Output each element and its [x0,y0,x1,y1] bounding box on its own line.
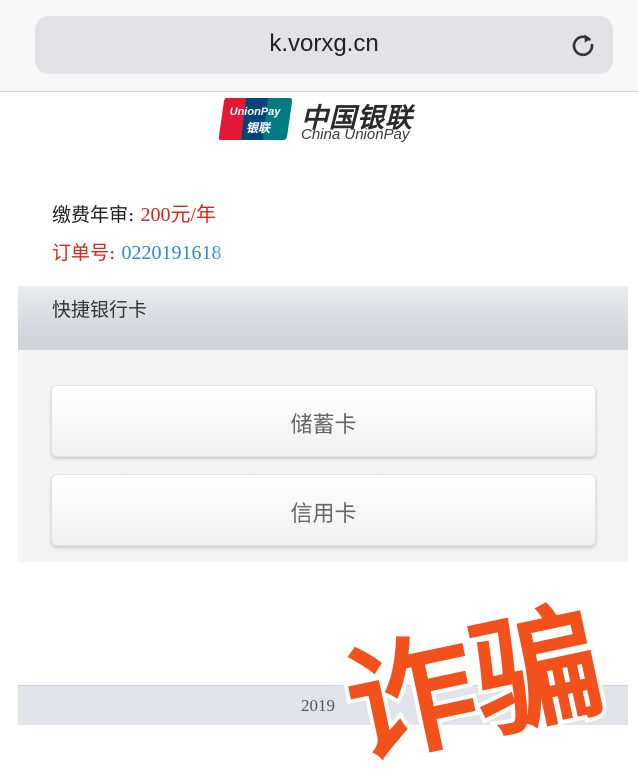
unionpay-badge-icon: UnionPay 银联 [218,98,293,140]
badge-text-bottom: 银联 [246,121,272,135]
fee-label: 缴费年审: [52,204,135,226]
unionpay-logo: UnionPay 银联 中国银联 China UnionPay [218,96,428,146]
fraud-stamp-overlay: 诈骗 [330,583,619,765]
url-text[interactable]: k.vorxg.cn [35,30,613,58]
credit-card-button[interactable]: 信用卡 [51,474,596,546]
reload-icon[interactable] [569,30,597,58]
section-header: 快捷银行卡 [18,286,628,350]
fraud-stamp-text: 诈骗 [334,587,615,765]
credit-card-label: 信用卡 [290,502,357,527]
payment-page: k.vorxg.cn UnionPay 银联 中国银联 China UnionP… [0,0,638,779]
debit-card-button[interactable]: 储蓄卡 [51,385,596,457]
logo-name-en: China UnionPay [301,126,410,143]
order-row: 订单号: 0220191618 [52,238,250,266]
browser-toolbar: k.vorxg.cn [0,0,638,92]
address-bar[interactable]: k.vorxg.cn [35,16,613,74]
section-title: 快捷银行卡 [52,299,148,321]
order-value: 0220191618 [121,242,222,264]
card-type-list: 储蓄卡 信用卡 [18,350,628,562]
order-redaction [215,242,250,266]
order-label: 订单号: [52,242,116,264]
badge-text-top: UnionPay [230,106,282,118]
debit-card-label: 储蓄卡 [290,413,357,438]
fee-row: 缴费年审: 200元/年 [52,198,216,227]
fee-value: 200元/年 [140,204,217,226]
